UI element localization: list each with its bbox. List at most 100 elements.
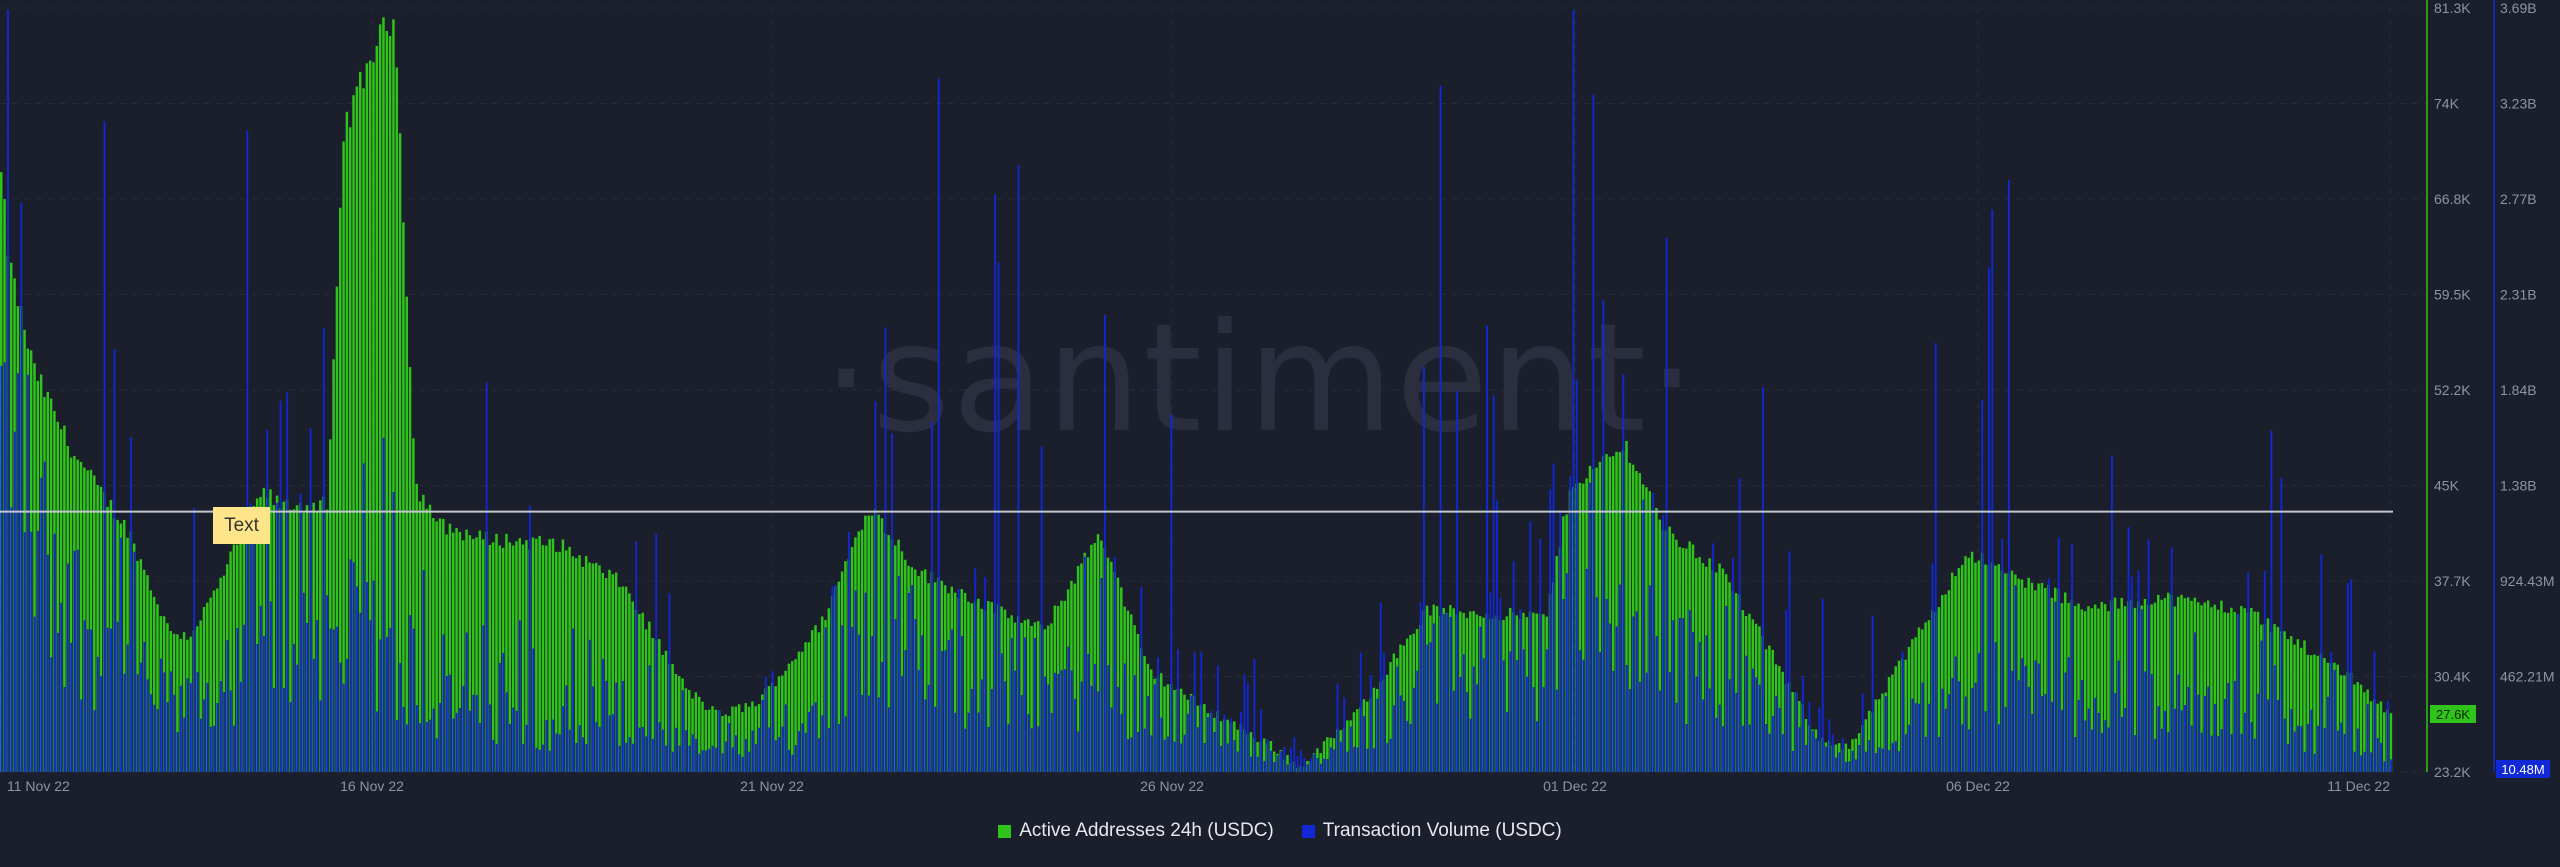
transaction-volume-bar: [595, 722, 598, 772]
transaction-volume-bar: [226, 640, 229, 772]
transaction-volume-bar: [2011, 670, 2014, 772]
transaction-volume-bar: [824, 627, 827, 772]
transaction-volume-bar: [1240, 711, 1243, 772]
transaction-volume-bar: [1074, 698, 1076, 772]
transaction-volume-bar: [246, 130, 249, 773]
transaction-volume-bar: [2370, 752, 2373, 772]
transaction-volume-bar: [2373, 651, 2376, 772]
current-volume-value: 10.48M: [2501, 762, 2544, 777]
current-active-addresses-value: 27.6K: [2436, 707, 2470, 722]
transaction-volume-bar: [665, 745, 668, 772]
transaction-volume-bar: [934, 706, 937, 772]
transaction-volume-bar: [2044, 694, 2047, 772]
transaction-volume-bar: [558, 734, 561, 772]
transaction-volume-bar: [1293, 736, 1296, 772]
transaction-volume-bar: [1901, 651, 1904, 772]
legend-item-active-addresses[interactable]: Active Addresses 24h (USDC): [998, 820, 1274, 842]
transaction-volume-bar: [1858, 745, 1861, 772]
transaction-volume-bar: [1808, 702, 1811, 772]
transaction-volume-bar: [1771, 715, 1774, 772]
transaction-volume-bar: [1060, 670, 1063, 772]
transaction-volume-bar: [1997, 724, 2000, 772]
transaction-volume-bar: [738, 754, 741, 772]
y-tick-label-green: 37.7K: [2434, 573, 2471, 589]
transaction-volume-bar: [2167, 732, 2170, 772]
transaction-volume-bar: [1090, 685, 1093, 772]
transaction-volume-bar: [648, 665, 651, 772]
active-addresses-bar: [491, 542, 495, 772]
transaction-volume-bar: [1413, 687, 1415, 772]
transaction-volume-bar: [1991, 209, 1994, 772]
transaction-volume-bar: [2190, 725, 2193, 772]
transaction-volume-bar: [1828, 719, 1831, 772]
transaction-volume-bar: [1256, 756, 1259, 772]
transaction-volume-bar: [1545, 649, 1548, 772]
transaction-volume-bar: [1981, 400, 1984, 772]
transaction-volume-bar: [2124, 707, 2127, 772]
transaction-volume-bar: [1994, 642, 1997, 772]
transaction-volume-bar: [1705, 635, 1708, 772]
transaction-volume-bar: [389, 628, 392, 772]
transaction-volume-bar: [1246, 683, 1249, 772]
transaction-volume-bar: [748, 751, 751, 772]
transaction-volume-bar: [1668, 672, 1671, 772]
transaction-volume-bar: [1030, 728, 1033, 772]
transaction-volume-bar: [701, 750, 704, 772]
transaction-volume-bar: [2027, 686, 2030, 772]
transaction-volume-bar: [296, 664, 299, 772]
transaction-volume-bar: [7, 10, 9, 772]
transaction-volume-bar: [316, 620, 319, 772]
transaction-volume-bar: [299, 493, 302, 772]
transaction-volume-bar: [605, 680, 608, 772]
transaction-volume-bar: [931, 421, 933, 772]
transaction-volume-bar: [681, 690, 684, 772]
transaction-volume-bar: [1024, 637, 1026, 772]
transaction-volume-bar: [1057, 673, 1060, 772]
transaction-volume-bar: [1087, 654, 1090, 772]
transaction-volume-bar: [1017, 164, 1020, 772]
transaction-volume-bar: [1988, 267, 1990, 772]
transaction-volume-bar: [20, 202, 23, 773]
transaction-volume-bar: [1044, 676, 1046, 772]
transaction-volume-bar: [1310, 758, 1312, 772]
transaction-volume-bar: [735, 735, 737, 772]
transaction-volume-bar: [499, 662, 501, 772]
transaction-volume-bar: [2074, 737, 2077, 772]
legend-item-transaction-volume[interactable]: Transaction Volume (USDC): [1301, 820, 1562, 842]
transaction-volume-bar: [608, 715, 611, 772]
transaction-volume-bar: [1509, 651, 1512, 772]
transaction-volume-bar: [2114, 693, 2117, 772]
transaction-volume-bar: [1329, 747, 1332, 772]
transaction-volume-bar: [954, 712, 957, 772]
transaction-volume-bar: [987, 727, 990, 772]
transaction-volume-bar: [1785, 610, 1788, 772]
transaction-volume-bar: [1605, 598, 1608, 772]
transaction-volume-bar: [1376, 698, 1379, 772]
transaction-volume-bar: [2204, 695, 2206, 772]
transaction-volume-bar: [2091, 729, 2093, 772]
transaction-volume-bar: [160, 658, 162, 772]
transaction-volume-bar: [193, 507, 196, 772]
transaction-volume-bar: [921, 635, 923, 772]
transaction-volume-bar: [1752, 668, 1754, 772]
transaction-volume-bar: [1233, 740, 1236, 772]
transaction-volume-bar: [2383, 761, 2386, 772]
transaction-volume-bar: [1971, 688, 1974, 772]
transaction-volume-bar: [2323, 728, 2326, 772]
text-annotation[interactable]: Text: [213, 507, 270, 544]
transaction-volume-bar: [1236, 751, 1239, 772]
watermark: ·santiment·: [822, 292, 1697, 466]
transaction-volume-bar: [1113, 557, 1116, 772]
transaction-volume-bar: [1273, 762, 1276, 772]
transaction-volume-bar: [2247, 572, 2250, 772]
transaction-volume-bar: [741, 756, 744, 772]
transaction-volume-bar: [219, 681, 222, 772]
transaction-volume-bar: [2327, 696, 2329, 772]
transaction-volume-bar: [602, 658, 604, 772]
transaction-volume-bar: [618, 745, 621, 772]
transaction-volume-bar: [53, 533, 56, 772]
transaction-volume-bar: [2360, 755, 2363, 772]
transaction-volume-bar: [1373, 748, 1375, 772]
transaction-volume-bar: [83, 620, 86, 772]
y-tick-label-green: 45K: [2434, 478, 2460, 494]
